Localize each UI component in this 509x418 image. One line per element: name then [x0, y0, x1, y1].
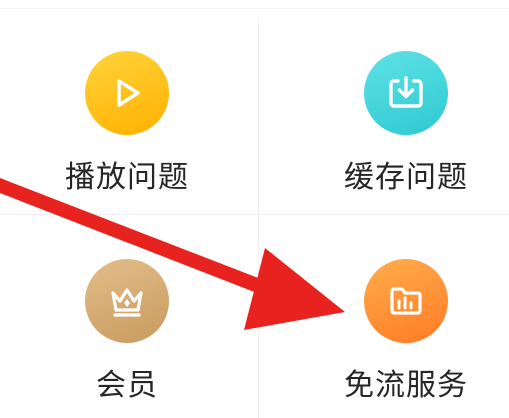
tile-label: 免流服务	[344, 368, 468, 403]
tile-free-data-service[interactable]: 免流服务	[279, 214, 509, 414]
tile-label: 播放问题	[65, 160, 189, 195]
tile-playback-issues[interactable]: 播放问题	[0, 6, 254, 206]
play-icon	[85, 51, 169, 135]
tile-label: 会员	[96, 368, 158, 403]
download-icon	[364, 51, 448, 135]
tile-label: 缓存问题	[344, 160, 468, 195]
tile-cache-issues[interactable]: 缓存问题	[279, 6, 509, 206]
crown-icon	[85, 259, 169, 343]
data-folder-icon	[364, 259, 448, 343]
vertical-divider	[258, 18, 259, 418]
help-category-grid: 播放问题 缓存问题 会员 免流服务	[0, 0, 509, 418]
tile-membership[interactable]: 会员	[0, 214, 254, 414]
